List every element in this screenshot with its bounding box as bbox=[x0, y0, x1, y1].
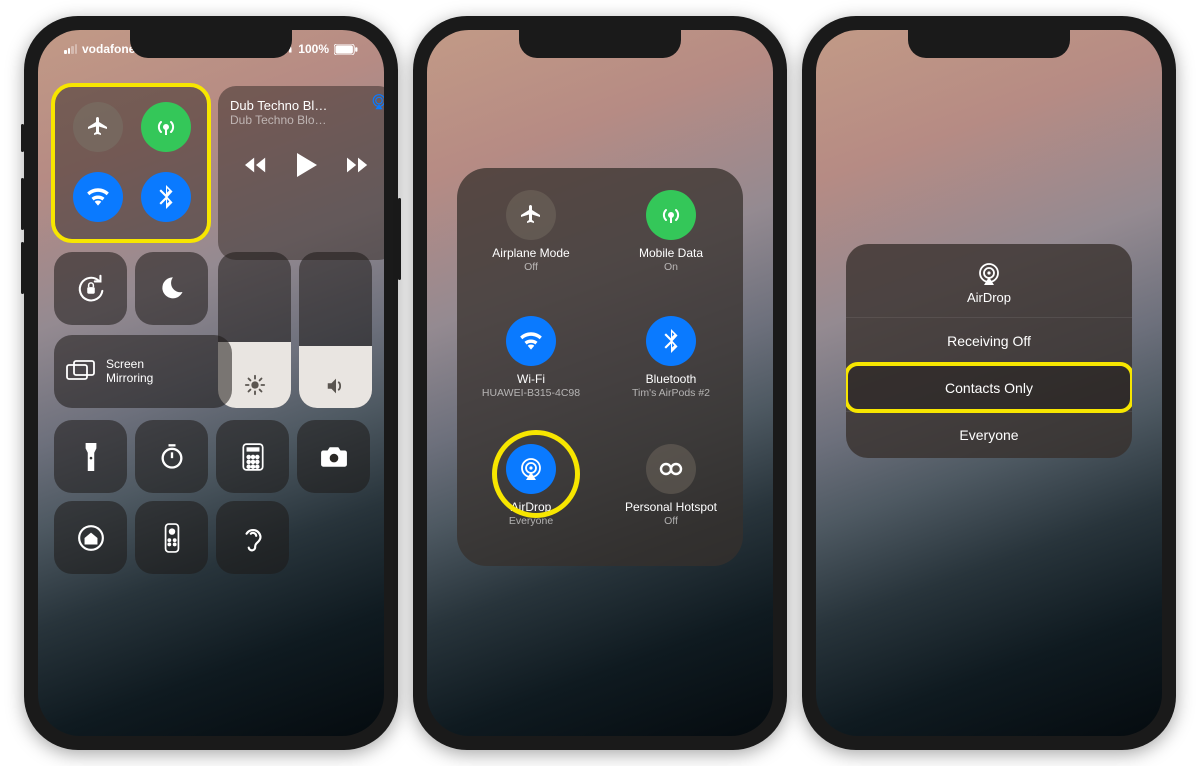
wifi-cell[interactable]: Wi-Fi HUAWEI-B315-4C98 bbox=[461, 316, 601, 399]
timer-button[interactable] bbox=[135, 420, 208, 493]
media-subtitle: Dub Techno Blo… bbox=[230, 113, 384, 127]
airdrop-state: Everyone bbox=[461, 515, 601, 527]
wifi-toggle[interactable] bbox=[73, 172, 123, 222]
airplane-mode-state: Off bbox=[461, 261, 601, 273]
phone-expanded-connectivity: Airplane Mode Off Mobile Data On Wi-Fi H… bbox=[413, 16, 787, 750]
wifi-icon bbox=[506, 316, 556, 366]
previous-track-button[interactable] bbox=[245, 157, 267, 173]
brightness-icon bbox=[244, 374, 266, 396]
camera-button[interactable] bbox=[297, 420, 370, 493]
media-title: Dub Techno Bl… bbox=[230, 98, 384, 113]
wifi-label: Wi-Fi bbox=[461, 372, 601, 386]
mobile-data-state: On bbox=[601, 261, 741, 273]
orientation-lock-button[interactable] bbox=[54, 252, 127, 325]
wifi-state: HUAWEI-B315-4C98 bbox=[461, 387, 601, 399]
airplane-mode-label: Airplane Mode bbox=[461, 246, 601, 260]
device-notch bbox=[519, 30, 681, 58]
screen-mirroring-icon bbox=[66, 360, 96, 384]
screen-mirroring-label: Screen Mirroring bbox=[106, 358, 153, 386]
connectivity-expanded-panel: Airplane Mode Off Mobile Data On Wi-Fi H… bbox=[457, 168, 743, 566]
mobile-data-toggle[interactable] bbox=[141, 102, 191, 152]
mobile-data-cell[interactable]: Mobile Data On bbox=[601, 190, 741, 273]
battery-percent: 100% bbox=[298, 42, 329, 56]
airdrop-option-everyone[interactable]: Everyone bbox=[846, 411, 1132, 458]
airdrop-cell[interactable]: AirDrop Everyone bbox=[461, 444, 601, 527]
volume-icon bbox=[325, 376, 347, 396]
next-track-button[interactable] bbox=[347, 157, 369, 173]
airdrop-title: AirDrop bbox=[967, 290, 1011, 305]
play-button[interactable] bbox=[296, 153, 318, 177]
hotspot-label: Personal Hotspot bbox=[601, 500, 741, 514]
bluetooth-cell[interactable]: Bluetooth Tim's AirPods #2 bbox=[601, 316, 741, 399]
airdrop-icon bbox=[506, 444, 556, 494]
cellular-signal-icon bbox=[64, 44, 77, 54]
airdrop-label: AirDrop bbox=[461, 500, 601, 514]
device-notch bbox=[908, 30, 1070, 58]
home-button[interactable] bbox=[54, 501, 127, 574]
screen-mirroring-button[interactable]: Screen Mirroring bbox=[54, 335, 232, 408]
bluetooth-icon bbox=[646, 316, 696, 366]
volume-slider[interactable] bbox=[299, 252, 372, 408]
do-not-disturb-button[interactable] bbox=[135, 252, 208, 325]
airdrop-icon bbox=[976, 262, 1002, 286]
connectivity-card[interactable] bbox=[54, 86, 208, 240]
bluetooth-toggle[interactable] bbox=[141, 172, 191, 222]
hotspot-cell[interactable]: Personal Hotspot Off bbox=[601, 444, 741, 527]
airdrop-option-contacts-only[interactable]: Contacts Only bbox=[846, 364, 1132, 411]
flashlight-button[interactable] bbox=[54, 420, 127, 493]
airplane-mode-toggle[interactable] bbox=[73, 102, 123, 152]
phone-control-center: vodafone UK 100% bbox=[24, 16, 398, 750]
bluetooth-label: Bluetooth bbox=[601, 372, 741, 386]
hotspot-state: Off bbox=[601, 515, 741, 527]
device-notch bbox=[130, 30, 292, 58]
airplane-mode-icon bbox=[506, 190, 556, 240]
airplane-mode-cell[interactable]: Airplane Mode Off bbox=[461, 190, 601, 273]
mobile-data-icon bbox=[646, 190, 696, 240]
airdrop-option-receiving-off[interactable]: Receiving Off bbox=[846, 317, 1132, 364]
mobile-data-label: Mobile Data bbox=[601, 246, 741, 260]
media-card[interactable]: Dub Techno Bl… Dub Techno Blo… bbox=[218, 86, 384, 260]
hotspot-icon bbox=[646, 444, 696, 494]
apple-tv-remote-button[interactable] bbox=[135, 501, 208, 574]
bluetooth-state: Tim's AirPods #2 bbox=[601, 387, 741, 399]
airdrop-options-panel: AirDrop Receiving Off Contacts Only Ever… bbox=[846, 244, 1132, 458]
phone-airdrop-menu: AirDrop Receiving Off Contacts Only Ever… bbox=[802, 16, 1176, 750]
airplay-icon[interactable] bbox=[370, 94, 384, 110]
calculator-button[interactable] bbox=[216, 420, 289, 493]
hearing-button[interactable] bbox=[216, 501, 289, 574]
battery-icon bbox=[334, 44, 358, 55]
